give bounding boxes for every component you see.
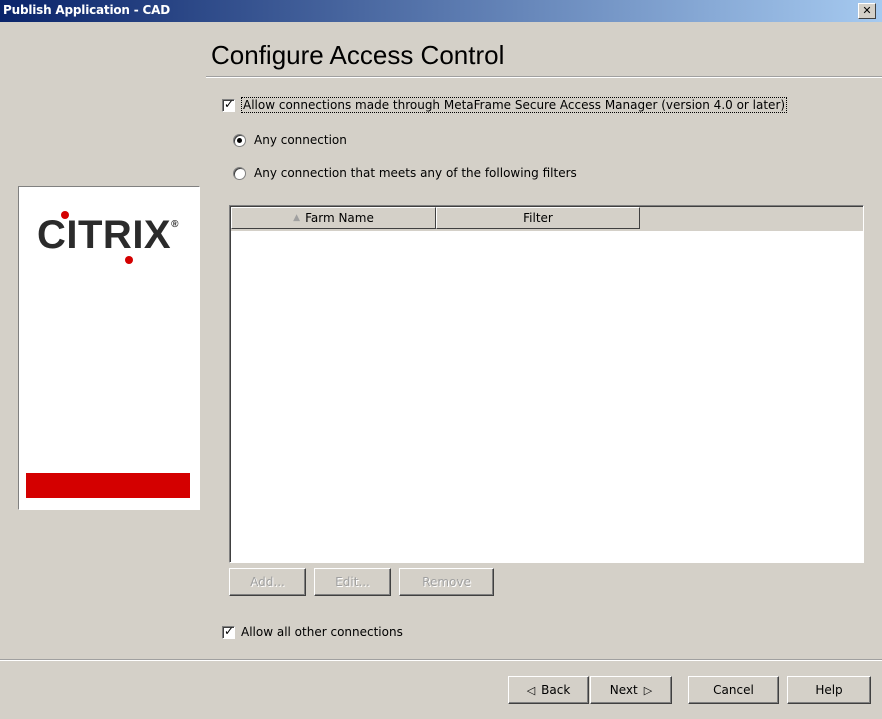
allow-all-other-checkbox[interactable] — [222, 624, 235, 639]
next-button[interactable]: Next ▷ — [590, 676, 672, 704]
logo-registered-mark: ® — [171, 219, 179, 230]
help-button[interactable]: Help — [787, 676, 871, 704]
close-button[interactable]: ✕ — [858, 3, 876, 19]
column-header-farm-name[interactable]: ▲ Farm Name — [231, 207, 436, 229]
logo-dot-bottom — [125, 256, 133, 264]
column-header-label: Farm Name — [305, 211, 374, 225]
logo-dot-top — [61, 211, 69, 219]
secure-access-checkbox[interactable] — [222, 97, 235, 112]
next-button-label: Next — [609, 683, 638, 697]
cancel-button[interactable]: Cancel — [688, 676, 779, 704]
sort-arrow-icon: ▲ — [293, 213, 301, 223]
any-connection-row[interactable]: Any connection — [233, 133, 347, 147]
secure-access-row[interactable]: Allow connections made through MetaFrame… — [222, 97, 788, 113]
title-bar: Publish Application - CAD ✕ — [0, 0, 882, 22]
logo-panel: CITRIX® — [18, 186, 200, 510]
allow-all-other-label: Allow all other connections — [241, 625, 403, 639]
add-button[interactable]: Add... — [229, 568, 306, 596]
footer-divider — [0, 659, 882, 661]
secure-access-label: Allow connections made through MetaFrame… — [241, 97, 788, 113]
heading-divider — [206, 76, 882, 78]
any-connection-radio[interactable] — [233, 133, 246, 147]
filtered-connection-label: Any connection that meets any of the fol… — [254, 166, 577, 180]
window-title: Publish Application - CAD — [3, 3, 170, 17]
column-header-filter[interactable]: Filter — [436, 207, 640, 229]
filtered-connection-row[interactable]: Any connection that meets any of the fol… — [233, 166, 577, 180]
back-button-label: Back — [541, 683, 571, 697]
edit-button[interactable]: Edit... — [314, 568, 391, 596]
column-header-label: Filter — [523, 211, 553, 225]
logo-red-bar — [26, 473, 190, 498]
filtered-connection-radio[interactable] — [233, 166, 246, 180]
any-connection-label: Any connection — [254, 133, 347, 147]
logo-text: CITRIX — [37, 213, 172, 257]
back-button[interactable]: ◁ Back — [508, 676, 589, 704]
filter-table[interactable]: ▲ Farm Name Filter — [229, 205, 864, 563]
remove-button[interactable]: Remove — [399, 568, 494, 596]
table-header: ▲ Farm Name Filter — [231, 207, 863, 231]
citrix-logo: CITRIX® — [37, 213, 179, 258]
page-title: Configure Access Control — [211, 40, 505, 70]
next-arrow-icon: ▷ — [643, 683, 653, 697]
back-arrow-icon: ◁ — [526, 683, 536, 697]
allow-all-other-row[interactable]: Allow all other connections — [222, 624, 403, 639]
